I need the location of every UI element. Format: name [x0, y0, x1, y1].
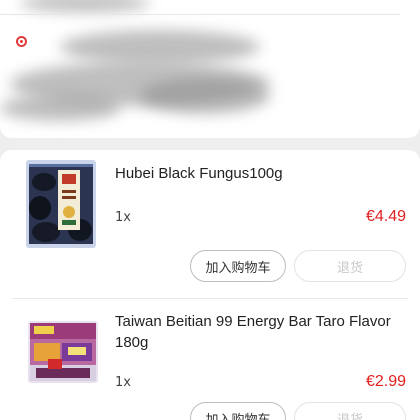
return-button[interactable]: 退货 [294, 250, 406, 282]
product-name[interactable]: Taiwan Beitian 99 Energy Bar Taro Flavor… [115, 311, 405, 353]
add-to-cart-button[interactable]: 加入购物车 [190, 250, 286, 282]
product-thumbnail[interactable] [26, 160, 96, 248]
product-name[interactable]: Hubei Black Fungus100g [115, 163, 405, 184]
product-quantity: 1x [115, 375, 131, 390]
order-items-card: Hubei Black Fungus100g 1x €4.49 加入购物车 退货… [0, 150, 420, 420]
add-to-cart-button[interactable]: 加入购物车 [190, 402, 286, 420]
list-item: Hubei Black Fungus100g 1x €4.49 加入购物车 退货 [0, 150, 420, 298]
blurred-address-text [20, 0, 150, 12]
blurred-address-text [60, 30, 260, 64]
address-card[interactable] [0, 0, 420, 138]
blurred-address-text [140, 78, 270, 114]
location-pin-icon [16, 36, 27, 47]
list-item: Taiwan Beitian 99 Energy Bar Taro Flavor… [0, 299, 420, 420]
blurred-address-text [0, 95, 120, 121]
product-price: €2.99 [365, 373, 406, 390]
product-thumbnail[interactable] [28, 321, 98, 383]
product-price: €4.49 [365, 208, 406, 225]
return-button[interactable]: 退货 [294, 402, 406, 420]
divider [0, 14, 400, 15]
product-quantity: 1x [115, 210, 131, 225]
